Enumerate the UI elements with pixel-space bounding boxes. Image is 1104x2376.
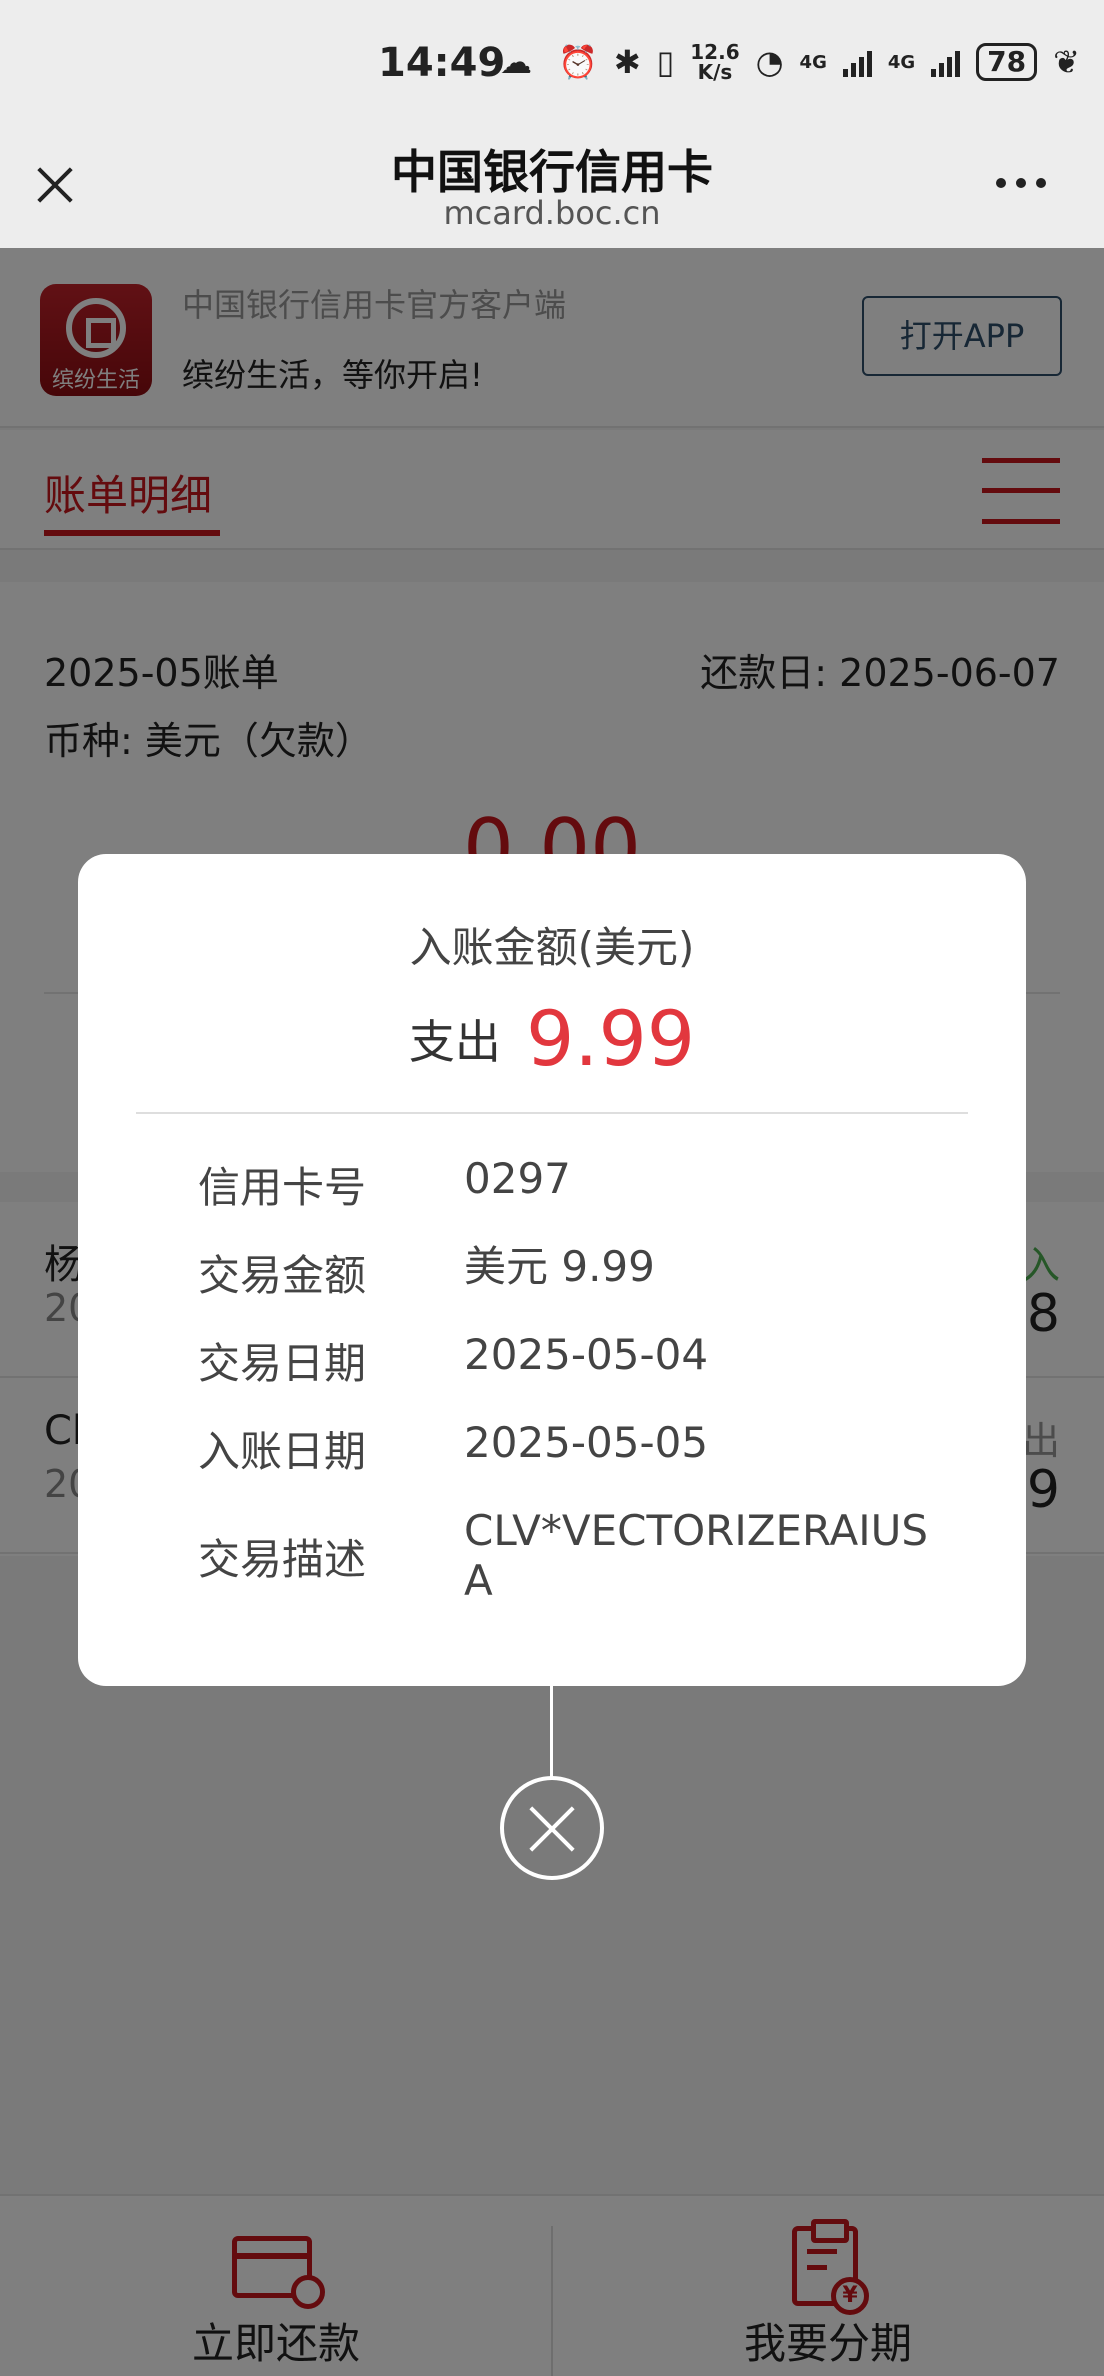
- alarm-icon: ⏰: [558, 43, 598, 81]
- detail-value: 2025-05-04: [464, 1330, 709, 1379]
- modal-amount-row: 支出 9.99: [78, 994, 1026, 1083]
- net-speed: 12.6 K/s: [690, 42, 739, 82]
- vibrate-icon: ▯: [656, 43, 675, 81]
- detail-value: 2025-05-05: [464, 1418, 709, 1467]
- browser-header: 中国银行信用卡 mcard.boc.cn: [0, 130, 1104, 248]
- page-url: mcard.boc.cn: [443, 194, 661, 232]
- network-type-2: 4G: [887, 51, 916, 73]
- leaf-icon: ❦: [1053, 43, 1080, 81]
- transaction-detail-modal: 入账金额(美元) 支出 9.99 信用卡号 0297 交易金额 美元 9.99 …: [78, 854, 1026, 1686]
- page-title: 中国银行信用卡: [391, 145, 713, 199]
- net-speed-unit: K/s: [697, 60, 733, 84]
- detail-label: 入账日期: [198, 1427, 367, 1476]
- detail-value: 0297: [464, 1154, 571, 1203]
- detail-value: CLV*VECTORIZERAIUSA: [464, 1506, 929, 1605]
- detail-label: 信用卡号: [198, 1163, 367, 1212]
- more-icon[interactable]: [996, 178, 1046, 188]
- signal-icon: [842, 47, 872, 77]
- modal-title: 入账金额(美元): [409, 923, 695, 972]
- status-time: 14:49: [378, 40, 506, 86]
- chat-icon: ☁: [500, 43, 532, 81]
- status-bar: 14:49 ☁ ⏰ ✱ ▯ 12.6 K/s ◔ 4G 4G 78 ❦: [0, 0, 1104, 130]
- modal-amount: 9.99: [525, 994, 696, 1083]
- detail-label: 交易描述: [198, 1535, 367, 1584]
- wifi-icon: ◔: [755, 43, 784, 81]
- detail-value: 美元 9.99: [464, 1242, 655, 1291]
- status-icons: ☁ ⏰ ✱ ▯ 12.6 K/s ◔ 4G 4G 78 ❦: [500, 42, 1080, 82]
- detail-label: 交易金额: [198, 1251, 367, 1300]
- network-type-1: 4G: [799, 51, 827, 73]
- signal-icon-2: [931, 47, 961, 77]
- modal-transaction-type: 支出: [408, 1014, 501, 1069]
- bluetooth-icon: ✱: [613, 43, 641, 81]
- close-circle-icon[interactable]: [500, 1776, 604, 1880]
- divider: [136, 1112, 968, 1114]
- detail-label: 交易日期: [198, 1339, 367, 1388]
- modal-connector-line: [550, 1686, 553, 1778]
- battery-indicator: 78: [976, 43, 1038, 81]
